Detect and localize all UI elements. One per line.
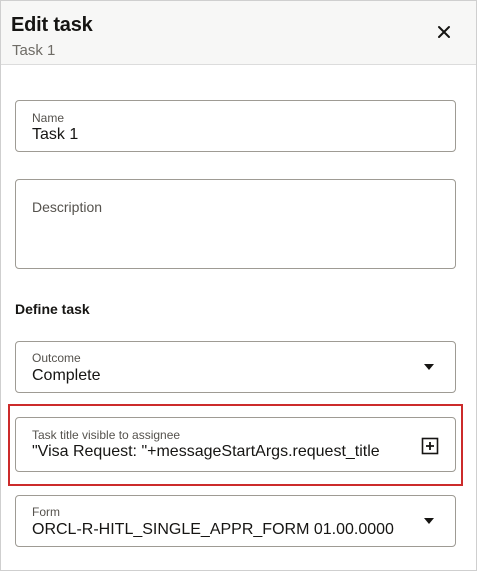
page-title: Edit task (11, 14, 93, 36)
outcome-value: Complete (32, 367, 101, 384)
expand-plus-icon[interactable] (421, 437, 439, 455)
form-select[interactable]: Form ORCL-R-HITL_SINGLE_APPR_FORM 01.00.… (15, 495, 456, 547)
edit-task-drawer: Edit task Task 1 Name Task 1 Description… (0, 0, 477, 571)
name-value[interactable]: Task 1 (32, 126, 78, 144)
description-field[interactable]: Description (15, 179, 456, 269)
form-label: Form (32, 505, 60, 519)
description-label: Description (32, 199, 103, 215)
chevron-down-icon[interactable] (423, 517, 435, 525)
task-title-label: Task title visible to assignee (32, 428, 181, 442)
outcome-select[interactable]: Outcome Complete (15, 341, 456, 393)
task-title-value[interactable]: "Visa Request: "+messageStartArgs.reques… (32, 443, 380, 461)
name-field[interactable]: Name Task 1 (15, 100, 456, 152)
close-button[interactable] (433, 21, 455, 43)
name-label: Name (32, 111, 65, 125)
drawer-header: Edit task Task 1 (1, 1, 476, 65)
close-icon (438, 26, 450, 38)
define-task-heading: Define task (15, 301, 90, 317)
outcome-label: Outcome (32, 351, 81, 365)
drawer-body: Name Task 1 Description Define task Outc… (1, 66, 476, 570)
task-title-field[interactable]: Task title visible to assignee "Visa Req… (15, 417, 456, 472)
chevron-down-icon[interactable] (423, 363, 435, 371)
page-subtitle: Task 1 (12, 42, 56, 59)
form-value: ORCL-R-HITL_SINGLE_APPR_FORM 01.00.0000 (32, 521, 394, 538)
